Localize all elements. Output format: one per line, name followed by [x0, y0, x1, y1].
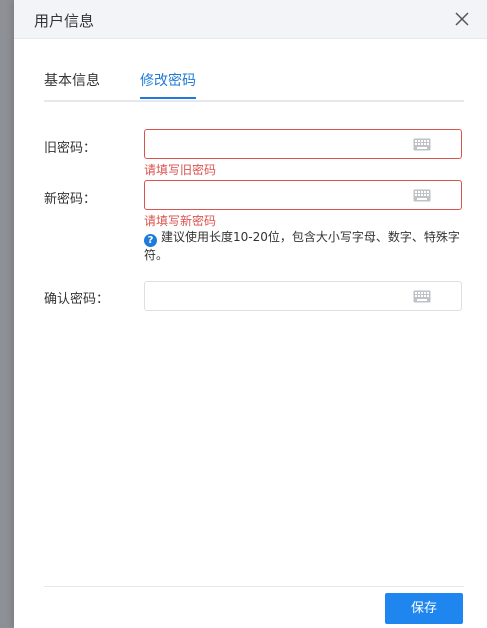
new-password-error: 请填写新密码 [144, 214, 217, 228]
confirm-password-field [144, 281, 462, 311]
active-tab-indicator [140, 97, 196, 99]
confirm-password-label: 确认密码： [44, 292, 110, 307]
old-password-field [144, 129, 462, 159]
old-password-label: 旧密码： [44, 141, 97, 156]
old-password-error: 请填写旧密码 [144, 163, 217, 177]
old-password-input[interactable] [153, 134, 407, 156]
save-button[interactable]: 保存 [385, 593, 463, 624]
password-hint: ? 建议使用长度10-20位，包含大小写字母、数字、特殊字符。 [144, 229, 464, 264]
user-info-dialog: 用户信息 基本信息 修改密码 旧密码： 请填写旧密码 新密码： 请填写新密码 ?… [14, 0, 487, 628]
tab-basic-info[interactable]: 基本信息 [44, 70, 100, 90]
new-password-input[interactable] [153, 185, 407, 207]
footer-divider [44, 586, 464, 587]
keyboard-icon[interactable] [413, 290, 431, 303]
tab-bar: 基本信息 修改密码 [44, 64, 464, 102]
question-icon: ? [144, 234, 157, 247]
dialog-title: 用户信息 [34, 12, 95, 30]
keyboard-icon[interactable] [413, 138, 431, 151]
confirm-password-input[interactable] [153, 286, 407, 308]
tab-change-password[interactable]: 修改密码 [140, 70, 196, 90]
close-icon[interactable] [451, 8, 473, 30]
page-backdrop [0, 0, 14, 628]
keyboard-icon[interactable] [413, 189, 431, 202]
new-password-label: 新密码： [44, 192, 97, 207]
dialog-header: 用户信息 [14, 0, 487, 39]
new-password-field [144, 180, 462, 210]
password-hint-text: 建议使用长度10-20位，包含大小写字母、数字、特殊字符。 [144, 230, 460, 262]
